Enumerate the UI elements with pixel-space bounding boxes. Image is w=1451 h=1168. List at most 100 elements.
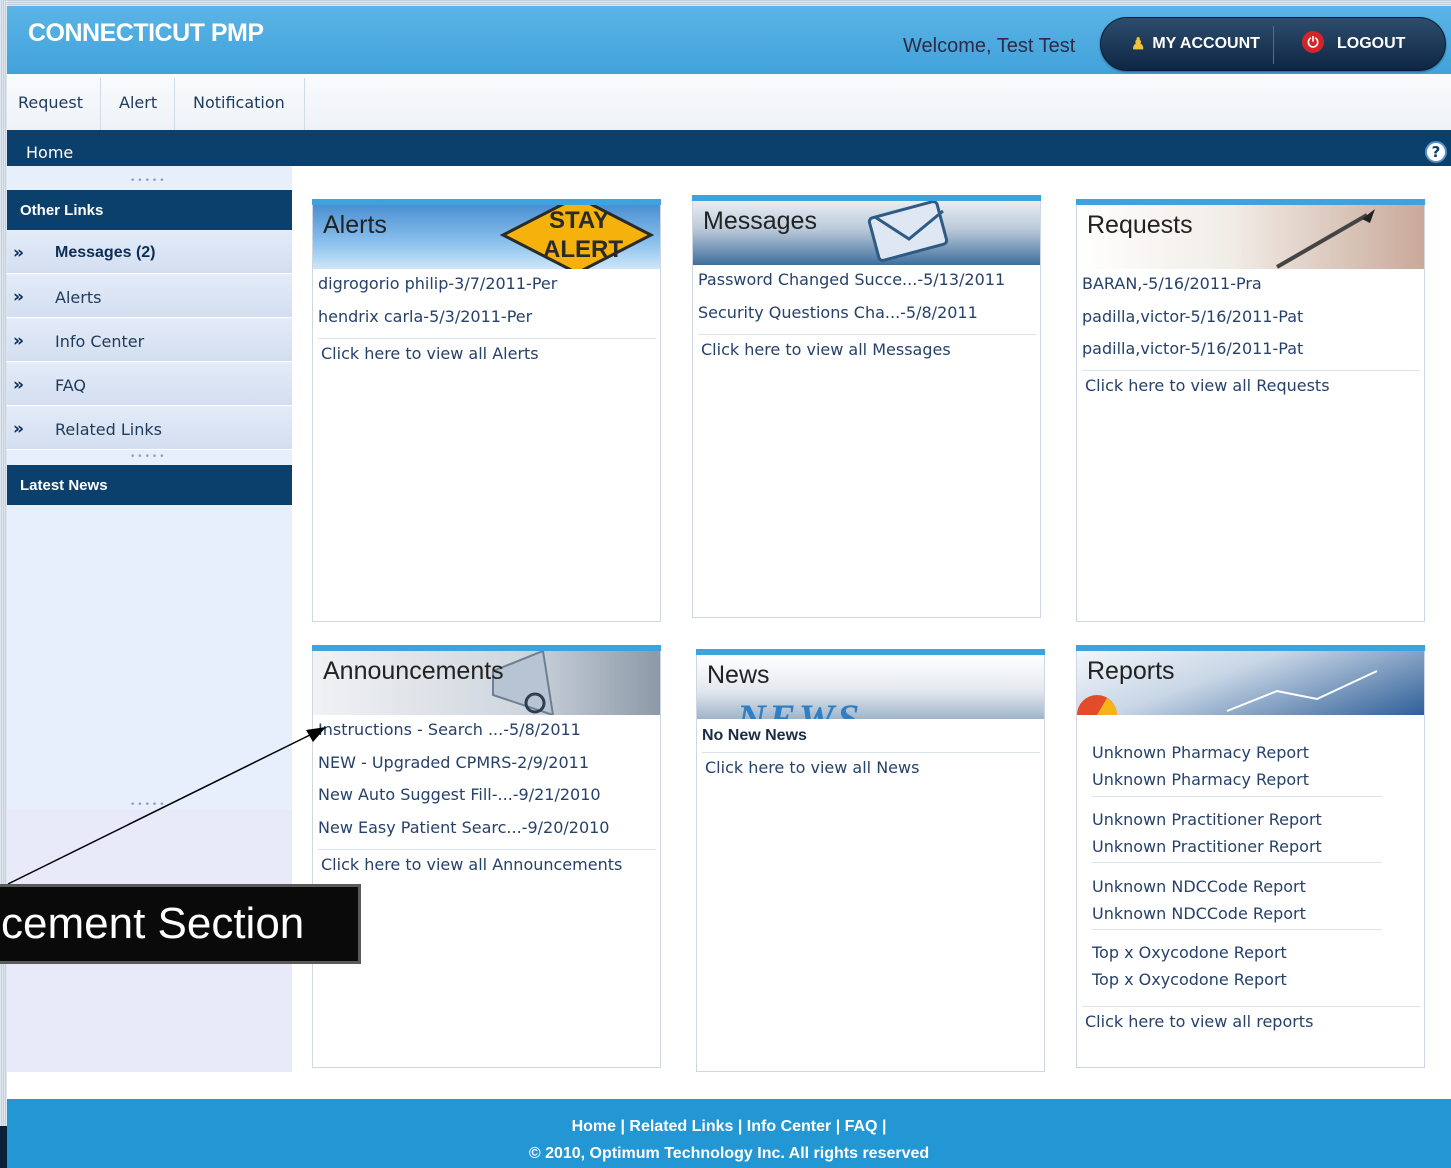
other-links-header: Other Links [7, 190, 292, 230]
view-all-news-link[interactable]: Click here to view all News [705, 758, 919, 777]
divider [1082, 1006, 1420, 1007]
menu-item-notification[interactable]: Notification [193, 93, 285, 112]
left-edge [0, 0, 7, 1168]
sidebar-item-messages[interactable]: ›› Messages (2) [7, 231, 292, 274]
view-all-alerts-link[interactable]: Click here to view all Alerts [321, 344, 539, 363]
menu-item-alert[interactable]: Alert [119, 93, 157, 112]
divider [318, 338, 656, 339]
double-chevron-icon: ›› [13, 331, 24, 351]
divider [698, 334, 1036, 335]
announcement-item[interactable]: New Easy Patient Searc...-9/20/2010 [318, 818, 609, 837]
news-panel: News NEWS No New News Click here to view… [696, 649, 1045, 1072]
divider [1092, 929, 1382, 930]
request-item[interactable]: BARAN,-5/16/2011-Pra [1082, 274, 1262, 293]
divider [318, 849, 656, 850]
view-all-reports-link[interactable]: Click here to view all reports [1085, 1012, 1313, 1031]
sidebar-item-label: Info Center [55, 332, 145, 351]
latest-news-header: Latest News [7, 465, 292, 505]
footer: Home | Related Links | Info Center | FAQ… [7, 1099, 1451, 1168]
report-link[interactable]: Top x Oxycodone Report [1092, 943, 1287, 962]
divider [1092, 796, 1382, 797]
account-bar: ♟ MY ACCOUNT ⏻ LOGOUT [1100, 17, 1446, 71]
double-chevron-icon: ›› [13, 287, 24, 307]
alerts-banner: Alerts STAY ALERT [313, 205, 660, 269]
reports-title: Reports [1087, 657, 1175, 685]
messages-title: Messages [703, 207, 817, 235]
account-separator [1273, 26, 1274, 64]
sidebar-item-faq[interactable]: ›› FAQ [7, 363, 292, 406]
sidebar-item-label: Messages (2) [55, 244, 156, 261]
sign-text-alert: ALERT [543, 236, 623, 263]
view-all-announcements-link[interactable]: Click here to view all Announcements [321, 855, 622, 874]
alert-item[interactable]: digrogorio philip-3/7/2011-Per [318, 274, 557, 293]
sidebar-item-label: FAQ [55, 376, 86, 395]
alerts-title: Alerts [323, 211, 387, 239]
requests-title: Requests [1087, 211, 1193, 239]
menu-separator [100, 78, 101, 130]
divider [1092, 862, 1382, 863]
request-item[interactable]: padilla,victor-5/16/2011-Pat [1082, 307, 1303, 326]
brand-logo: CONNECTICUT PMP [28, 19, 264, 47]
sidebar-item-related-links[interactable]: ›› Related Links [7, 407, 292, 450]
newspaper-icon: NEWS [737, 696, 863, 719]
logout-label: LOGOUT [1337, 34, 1406, 52]
alerts-panel: Alerts STAY ALERT digrogorio philip-3/7/… [312, 199, 661, 622]
sidebar-item-info-center[interactable]: ›› Info Center [7, 319, 292, 362]
double-chevron-icon: ›› [13, 419, 24, 439]
sidebar-item-label: Alerts [55, 288, 102, 307]
report-link[interactable]: Unknown NDCCode Report [1092, 877, 1306, 896]
announcements-banner: Announcements [313, 651, 660, 715]
report-link[interactable]: Top x Oxycodone Report [1092, 970, 1287, 989]
breadcrumb-bar: Home ? [7, 130, 1451, 166]
requests-banner: Requests [1077, 205, 1424, 269]
report-link[interactable]: Unknown Pharmacy Report [1092, 743, 1309, 762]
news-title: News [707, 661, 770, 689]
messages-panel: Messages Password Changed Succe...-5/13/… [692, 195, 1041, 618]
report-link[interactable]: Unknown Practitioner Report [1092, 837, 1322, 856]
request-item[interactable]: padilla,victor-5/16/2011-Pat [1082, 339, 1303, 358]
announcements-panel: Announcements Instructions - Search ...-… [312, 645, 661, 1068]
reports-panel: Reports Unknown Pharmacy Report Unknown … [1076, 645, 1425, 1068]
sign-text-stay: STAY [549, 207, 610, 234]
news-banner: News NEWS [697, 655, 1044, 719]
users-icon: ♟ [1131, 36, 1146, 53]
no-news-text: No New News [702, 727, 807, 744]
breadcrumb-home[interactable]: Home [26, 143, 73, 162]
menu-item-request[interactable]: Request [18, 93, 83, 112]
messages-banner: Messages [693, 201, 1040, 265]
message-item[interactable]: Password Changed Succe...-5/13/2011 [698, 270, 1005, 289]
splitter-handle[interactable]: ••••• [130, 452, 167, 462]
double-chevron-icon: ›› [13, 243, 24, 263]
my-account-button[interactable]: ♟ MY ACCOUNT [1131, 34, 1260, 54]
double-chevron-icon: ›› [13, 375, 24, 395]
divider [1082, 370, 1420, 371]
logout-button[interactable]: ⏻ LOGOUT [1302, 31, 1405, 53]
help-icon[interactable]: ? [1425, 141, 1447, 163]
announcements-title: Announcements [323, 657, 504, 685]
message-item[interactable]: Security Questions Cha...-5/8/2011 [698, 303, 978, 322]
announcement-item[interactable]: Instructions - Search ...-5/8/2011 [318, 720, 581, 739]
announcement-item[interactable]: NEW - Upgraded CPMRS-2/9/2011 [318, 753, 589, 772]
menu-separator [174, 78, 175, 130]
announcement-item[interactable]: New Auto Suggest Fill-...-9/21/2010 [318, 785, 601, 804]
view-all-requests-link[interactable]: Click here to view all Requests [1085, 376, 1330, 395]
my-account-label: MY ACCOUNT [1152, 35, 1260, 52]
footer-copyright: © 2010, Optimum Technology Inc. All righ… [528, 1145, 930, 1162]
power-icon: ⏻ [1302, 31, 1324, 53]
footer-links[interactable]: Home | Related Links | Info Center | FAQ… [7, 1118, 1451, 1136]
sidebar-item-label: Related Links [55, 420, 162, 439]
window-corner [0, 1126, 7, 1168]
sidebar-item-alerts[interactable]: ›› Alerts [7, 275, 292, 318]
alert-item[interactable]: hendrix carla-5/3/2011-Per [318, 307, 532, 326]
menu-separator [304, 78, 305, 130]
welcome-text: Welcome, Test Test [903, 35, 1076, 57]
annotation-callout: cement Section [0, 884, 361, 964]
splitter-handle[interactable]: ••••• [130, 800, 167, 810]
report-link[interactable]: Unknown NDCCode Report [1092, 904, 1306, 923]
splitter-handle[interactable]: ••••• [130, 176, 167, 186]
top-menu: Request Alert Notification [7, 74, 1451, 130]
view-all-messages-link[interactable]: Click here to view all Messages [701, 340, 951, 359]
requests-panel: Requests BARAN,-5/16/2011-Pra padilla,vi… [1076, 199, 1425, 622]
report-link[interactable]: Unknown Practitioner Report [1092, 810, 1322, 829]
report-link[interactable]: Unknown Pharmacy Report [1092, 770, 1309, 789]
